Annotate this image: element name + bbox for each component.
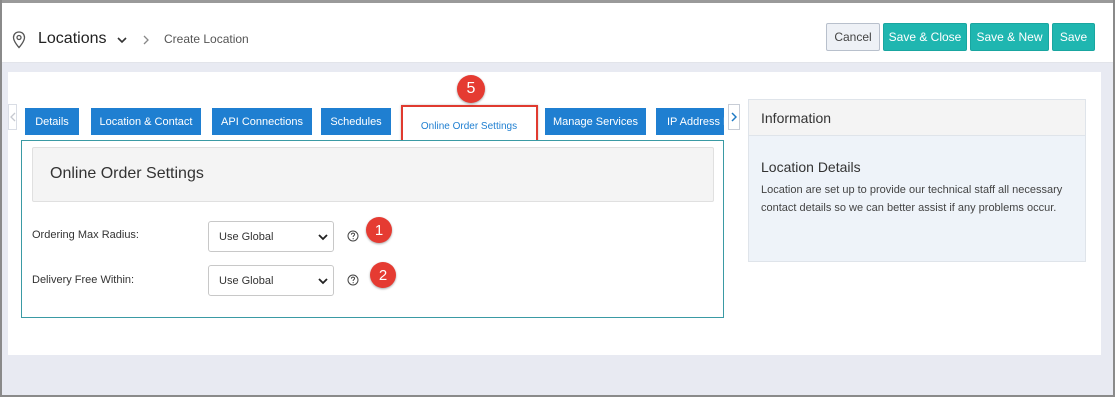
window-frame [0, 0, 1115, 397]
